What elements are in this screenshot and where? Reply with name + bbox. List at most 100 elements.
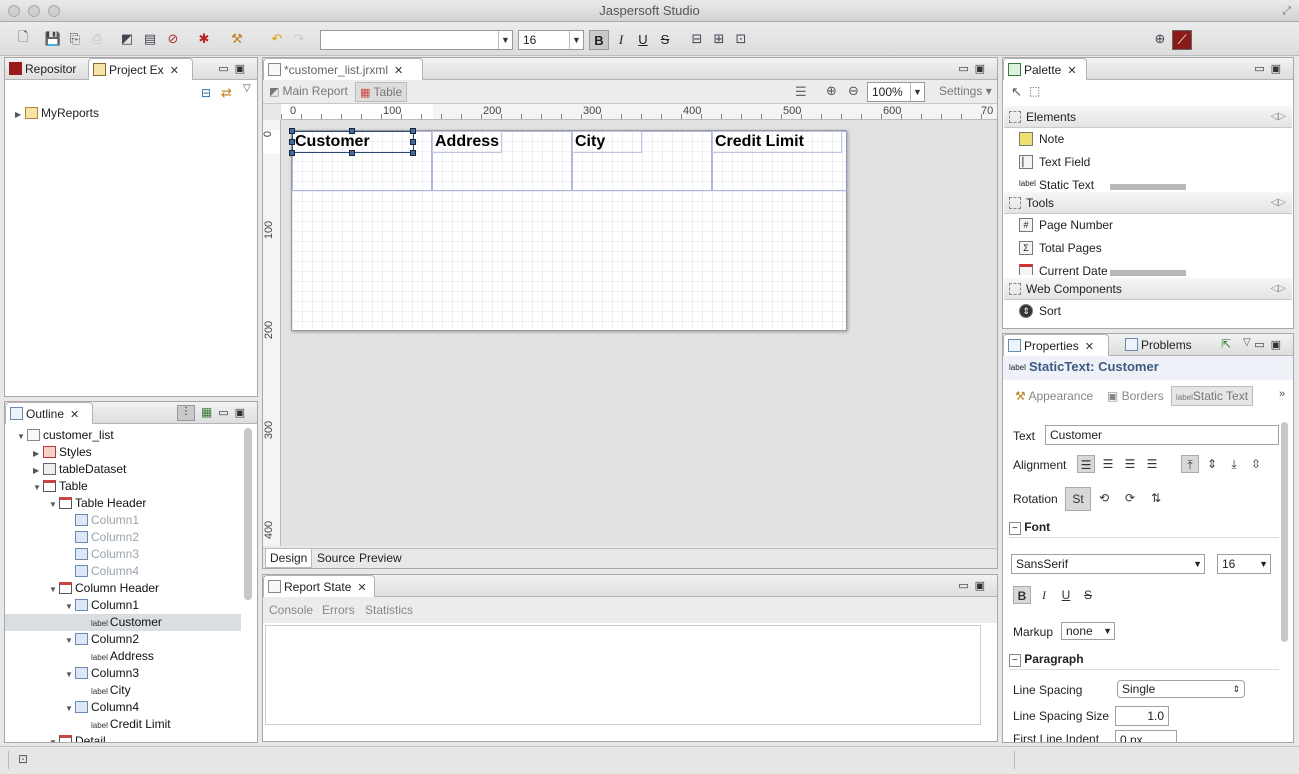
outline-tree-item[interactable]: label Customer: [5, 614, 241, 631]
outline-tree-item[interactable]: ▼ Column1: [5, 597, 241, 614]
outline-tree-item[interactable]: ▼ Column Header: [5, 580, 241, 597]
static-text-city[interactable]: City: [572, 131, 642, 153]
strikethrough-button[interactable]: S: [655, 30, 675, 50]
tab-problems[interactable]: Problems: [1121, 334, 1205, 356]
print-icon[interactable]: ⎙: [88, 30, 106, 48]
redo-icon[interactable]: ↷: [290, 30, 308, 48]
rotation-none-icon[interactable]: St: [1065, 487, 1091, 511]
align-top-icon[interactable]: ⤒: [1181, 455, 1199, 473]
collapse-icon[interactable]: ▼: [17, 428, 27, 445]
breadcrumb-main-report[interactable]: ◩ Main Report: [269, 84, 348, 98]
tab-appearance[interactable]: ⚒ Appearance: [1015, 389, 1093, 403]
outline-tree-item[interactable]: ▼ customer_list: [5, 427, 241, 444]
zoom-in-icon[interactable]: ⊕: [826, 83, 837, 99]
close-icon[interactable]: ✕: [1067, 65, 1076, 77]
tab-project-explorer[interactable]: Project Ex ✕: [88, 58, 193, 80]
expand-icon[interactable]: ▶: [33, 462, 43, 479]
close-icon[interactable]: ✕: [357, 582, 366, 594]
view-menu-icon[interactable]: ▽: [1243, 337, 1251, 348]
outline-tree-item[interactable]: ▶ Styles: [5, 444, 241, 461]
align-left-icon[interactable]: ☰: [1077, 455, 1095, 473]
align-justified-vertical-icon[interactable]: ⇳: [1247, 455, 1265, 473]
chevron-down-icon[interactable]: ▼: [498, 31, 512, 49]
updown-icon[interactable]: ⇕: [1232, 681, 1240, 697]
line-spacing-select[interactable]: Single ⇕: [1117, 680, 1245, 698]
tab-repository[interactable]: Repositor: [5, 58, 87, 80]
outline-tree-item[interactable]: ▶ tableDataset: [5, 461, 241, 478]
font-size-combo[interactable]: 16 ▼: [518, 30, 584, 50]
tab-statistics[interactable]: Statistics: [365, 603, 413, 617]
close-icon[interactable]: ✕: [170, 65, 179, 77]
band-icon[interactable]: ☰: [795, 84, 807, 100]
outline-scrollbar[interactable]: [244, 428, 252, 600]
collapse-icon[interactable]: ▼: [65, 632, 75, 649]
tab-customer-list[interactable]: *customer_list.jrxml ✕: [263, 58, 423, 80]
font-section-header[interactable]: − Font: [1009, 520, 1279, 538]
new-file-icon[interactable]: 🗋: [14, 29, 32, 48]
resize-handle[interactable]: [289, 139, 295, 145]
properties-scrollbar[interactable]: [1281, 422, 1288, 642]
close-icon[interactable]: ✕: [1085, 341, 1094, 353]
marquee-tool-icon[interactable]: ⬚: [1029, 84, 1040, 98]
resize-handle[interactable]: [349, 150, 355, 156]
outline-tree-item[interactable]: ▼ Detail: [5, 733, 241, 742]
size-icon[interactable]: ⊡: [732, 30, 750, 48]
font-name-select[interactable]: SansSerif ▼: [1011, 554, 1205, 574]
min-max-icon[interactable]: ▭▣: [1254, 338, 1287, 351]
chevron-down-icon[interactable]: ▼: [1259, 555, 1268, 573]
save-all-icon[interactable]: ⎘: [66, 30, 84, 48]
wizard-icon[interactable]: ⚒: [228, 30, 246, 48]
tree-item-myreports[interactable]: ▶ MyReports: [15, 105, 99, 122]
chevron-down-icon[interactable]: ▼: [1193, 555, 1202, 573]
italic-button[interactable]: I: [611, 30, 631, 50]
min-max-icon[interactable]: ▭▣: [218, 406, 251, 419]
collapse-icon[interactable]: ▼: [33, 479, 43, 496]
palette-section-tools[interactable]: Tools ◁▷: [1004, 192, 1292, 214]
tab-errors[interactable]: Errors: [322, 603, 355, 617]
palette-section-web-components[interactable]: Web Components ◁▷: [1004, 278, 1292, 300]
tab-outline[interactable]: Outline ✕: [5, 402, 93, 424]
palette-item-page-number[interactable]: # Page Number: [1019, 215, 1113, 235]
pin-icon[interactable]: ⇱: [1221, 337, 1231, 351]
outline-tree-item[interactable]: ▼ Column3: [5, 665, 241, 682]
font-italic-button[interactable]: I: [1035, 586, 1053, 604]
save-icon[interactable]: 💾: [44, 30, 62, 48]
expand-icon[interactable]: ▶: [33, 445, 43, 462]
console-area[interactable]: [265, 625, 981, 725]
resize-handle[interactable]: [349, 128, 355, 134]
tree-view-icon[interactable]: ⋮: [177, 405, 195, 421]
min-max-icon[interactable]: ▭▣: [218, 62, 251, 75]
collapse-icon[interactable]: ▼: [49, 581, 59, 598]
palette-section-elements[interactable]: Elements ◁▷: [1004, 106, 1292, 128]
dataset-icon[interactable]: ▤: [141, 30, 159, 48]
chevron-down-icon[interactable]: ▼: [569, 31, 583, 49]
paragraph-section-header[interactable]: − Paragraph: [1009, 652, 1279, 670]
settings-menu[interactable]: Settings ▾: [939, 84, 992, 98]
collapse-icon[interactable]: ▼: [49, 496, 59, 513]
select-tool-icon[interactable]: ↖: [1011, 84, 1022, 100]
align-justify-icon[interactable]: ☰: [1143, 455, 1161, 473]
palette-item-total-pages[interactable]: Σ Total Pages: [1019, 238, 1102, 258]
rotation-right-icon[interactable]: ⟳: [1121, 489, 1139, 507]
outline-tree-item[interactable]: ▼ Table: [5, 478, 241, 495]
tab-properties[interactable]: Properties ✕: [1003, 334, 1109, 356]
min-max-icon[interactable]: ▭▣: [958, 579, 991, 592]
resize-handle[interactable]: [289, 128, 295, 134]
chevron-down-icon[interactable]: ▼: [1103, 623, 1112, 639]
undo-icon[interactable]: ↶: [268, 30, 286, 48]
static-text-credit-limit[interactable]: Credit Limit: [712, 131, 842, 153]
rotation-upside-down-icon[interactable]: ⇅: [1147, 489, 1165, 507]
tab-borders[interactable]: ▣ Borders: [1107, 389, 1164, 403]
outline-tree-item[interactable]: Column2: [5, 529, 241, 546]
resize-handle[interactable]: [289, 150, 295, 156]
align-right-icon[interactable]: ☰: [1121, 455, 1139, 473]
collapse-icon[interactable]: ▼: [65, 598, 75, 615]
collapse-icon[interactable]: −: [1009, 522, 1021, 535]
expand-icon[interactable]: ▶: [15, 106, 25, 123]
outline-tree-item[interactable]: ▼ Table Header: [5, 495, 241, 512]
palette-item-note[interactable]: Note: [1019, 129, 1064, 149]
close-icon[interactable]: ✕: [394, 65, 403, 77]
resize-handle[interactable]: [410, 150, 416, 156]
section-scrollbar[interactable]: [1110, 184, 1186, 190]
bold-button[interactable]: B: [589, 30, 609, 50]
